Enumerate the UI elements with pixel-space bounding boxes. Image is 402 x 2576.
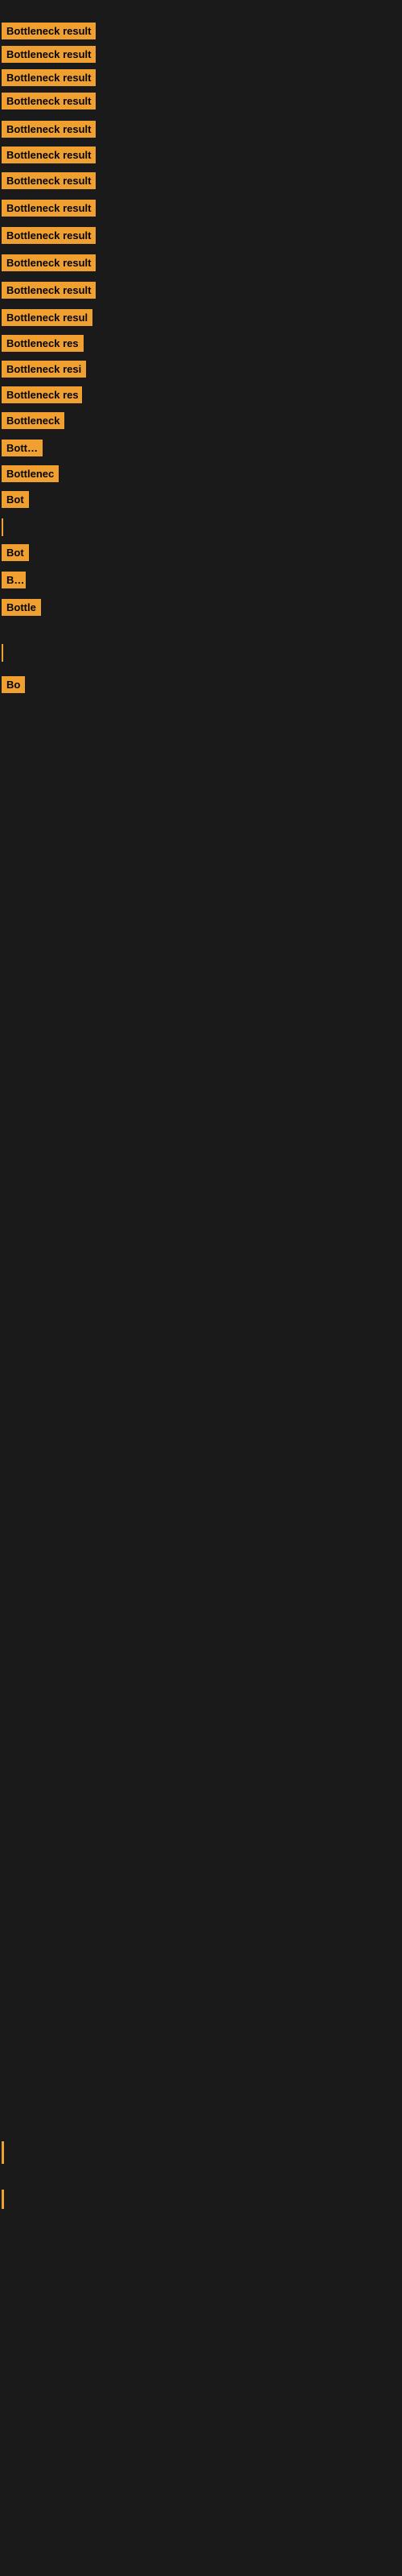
bottleneck-result-15: Bottleneck res bbox=[2, 386, 82, 403]
bottleneck-line-20 bbox=[2, 518, 3, 536]
bottleneck-result-21: Bot bbox=[2, 544, 29, 561]
bottleneck-result-4: Bottleneck result bbox=[2, 93, 96, 109]
bottleneck-result-3: Bottleneck result bbox=[2, 69, 96, 86]
bottleneck-result-8: Bottleneck result bbox=[2, 200, 96, 217]
bottleneck-result-16: Bottleneck bbox=[2, 412, 64, 429]
bottleneck-line-24 bbox=[2, 644, 3, 662]
bottleneck-result-25: Bo bbox=[2, 676, 25, 693]
bottom-line-2 bbox=[2, 2190, 4, 2209]
bottom-line-1 bbox=[2, 2141, 4, 2164]
bottleneck-result-11: Bottleneck result bbox=[2, 282, 96, 299]
bottleneck-result-13: Bottleneck res bbox=[2, 335, 84, 352]
bottleneck-result-7: Bottleneck result bbox=[2, 172, 96, 189]
bottleneck-result-12: Bottleneck resul bbox=[2, 309, 92, 326]
bottleneck-result-23: Bottle bbox=[2, 599, 41, 616]
bottleneck-result-6: Bottleneck result bbox=[2, 147, 96, 163]
bottleneck-result-17: Bott… bbox=[2, 440, 43, 456]
bottleneck-result-19: Bot bbox=[2, 491, 29, 508]
bottleneck-result-10: Bottleneck result bbox=[2, 254, 96, 271]
bottleneck-result-2: Bottleneck result bbox=[2, 46, 96, 63]
bottleneck-result-1: Bottleneck result bbox=[2, 23, 96, 39]
bottleneck-result-18: Bottlenec bbox=[2, 465, 59, 482]
bottleneck-result-5: Bottleneck result bbox=[2, 121, 96, 138]
bottleneck-result-9: Bottleneck result bbox=[2, 227, 96, 244]
bottleneck-result-14: Bottleneck resi bbox=[2, 361, 86, 378]
site-title bbox=[0, 0, 402, 13]
bottleneck-result-22: B… bbox=[2, 572, 26, 588]
